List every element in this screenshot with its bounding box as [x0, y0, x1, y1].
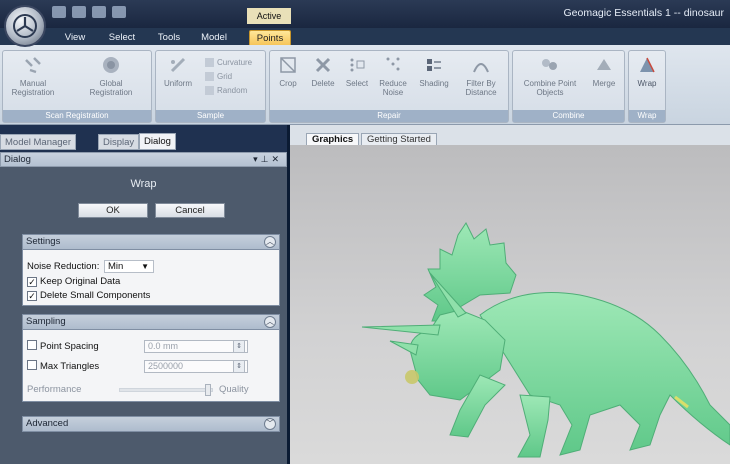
title-bar: Active Geomagic Essentials 1 -- dinosaur — [0, 0, 730, 28]
cancel-button[interactable]: Cancel — [155, 203, 225, 218]
group-label: Combine — [513, 110, 624, 122]
point-spacing-spinner[interactable]: ⇕ — [233, 340, 245, 353]
dinosaur-model[interactable] — [290, 145, 730, 464]
dropdown-icon[interactable]: ▾ — [253, 154, 261, 164]
dialog-title: Wrap — [130, 178, 157, 190]
checkbox-checked-icon[interactable]: ✓ — [27, 277, 37, 287]
global-registration-icon — [103, 57, 119, 73]
group-sample: Uniform Curvature Grid Random Sample — [155, 50, 266, 123]
window-title: Geomagic Essentials 1 -- dinosaur — [563, 7, 725, 19]
filter-by-distance-button[interactable]: Filter By Distance — [458, 54, 504, 97]
chevron-down-icon: ▼ — [141, 262, 149, 271]
crop-icon — [280, 57, 296, 73]
grid-icon — [205, 72, 214, 82]
settings-section-header[interactable]: Settings ︿ — [22, 234, 280, 250]
delete-small-components-checkbox[interactable]: ✓ Delete Small Components — [27, 290, 150, 301]
dialog-header-title: Dialog — [4, 154, 31, 165]
checkbox-unchecked-icon[interactable] — [27, 360, 37, 370]
group-scan-registration: Manual Registration Global Registration … — [2, 50, 152, 123]
application-menu-button[interactable] — [4, 5, 46, 47]
ok-button[interactable]: OK — [78, 203, 148, 218]
tab-tools[interactable]: Tools — [154, 30, 184, 45]
combine-point-objects-button[interactable]: Combine Point Objects — [517, 54, 583, 97]
manual-registration-button[interactable]: Manual Registration — [5, 54, 61, 97]
checkbox-unchecked-icon[interactable] — [27, 340, 37, 350]
tab-dialog[interactable]: Dialog — [139, 133, 176, 150]
curvature-icon — [205, 58, 214, 68]
quick-access-toolbar — [52, 6, 126, 18]
random-icon — [205, 86, 214, 96]
undo-icon[interactable] — [92, 6, 106, 18]
tab-select[interactable]: Select — [104, 30, 140, 45]
shading-button[interactable]: Shading — [416, 54, 452, 88]
global-registration-button[interactable]: Global Registration — [79, 54, 143, 97]
ribbon: Manual Registration Global Registration … — [0, 45, 730, 125]
sampling-section-header[interactable]: Sampling ︿ — [22, 314, 280, 330]
ribbon-tab-bar: View Select Tools Model Points — [0, 28, 730, 45]
viewport-tab-bar: Graphics Getting Started — [290, 125, 730, 146]
performance-label: Performance — [27, 384, 82, 395]
group-wrap: Wrap Wrap — [628, 50, 666, 123]
checkbox-checked-icon[interactable]: ✓ — [27, 291, 37, 301]
combine-point-objects-icon — [542, 59, 557, 70]
performance-quality-slider[interactable] — [119, 388, 213, 392]
noise-reduction-label: Noise Reduction: — [27, 261, 100, 272]
merge-icon — [597, 59, 611, 70]
noise-reduction-select[interactable]: Min ▼ — [104, 260, 154, 273]
random-button[interactable]: Random — [205, 86, 247, 96]
settings-section-body: Noise Reduction: Min ▼ ✓ Keep Original Da… — [22, 250, 280, 306]
dialog-header: Dialog ▾⊥✕ — [0, 152, 287, 167]
save-icon[interactable] — [72, 6, 86, 18]
wrap-button[interactable]: Wrap — [631, 54, 663, 88]
sampling-section-body: Point Spacing 0.0 mm ⇕ Max Triangles 250… — [22, 330, 280, 402]
select-points-icon — [350, 58, 365, 72]
reduce-noise-button[interactable]: Reduce Noise — [376, 54, 410, 97]
expand-icon[interactable]: ﹀ — [264, 418, 276, 430]
collapse-icon[interactable]: ︿ — [264, 316, 276, 328]
tab-display[interactable]: Display — [98, 134, 140, 150]
shading-icon — [427, 59, 441, 71]
crop-button[interactable]: Crop — [274, 54, 302, 88]
group-combine: Combine Point Objects Merge Combine — [512, 50, 625, 123]
uniform-button[interactable]: Uniform — [160, 54, 196, 88]
close-icon[interactable]: ✕ — [271, 154, 282, 164]
pin-icon[interactable]: ⊥ — [261, 154, 272, 164]
dialog-header-controls: ▾⊥✕ — [253, 153, 282, 166]
group-label: Sample — [156, 110, 265, 122]
max-triangles-checkbox[interactable]: Max Triangles — [27, 360, 99, 372]
uniform-icon — [170, 57, 186, 73]
group-label: Scan Registration — [3, 110, 151, 122]
group-label: Repair — [270, 110, 508, 122]
new-icon[interactable] — [52, 6, 66, 18]
tab-model-manager[interactable]: Model Manager — [0, 134, 77, 150]
advanced-section-header[interactable]: Advanced ﹀ — [22, 416, 280, 432]
collapse-icon[interactable]: ︿ — [264, 236, 276, 248]
tab-view[interactable]: View — [60, 30, 90, 45]
quality-label: Quality — [219, 384, 249, 395]
group-label: Wrap — [629, 110, 665, 122]
delete-icon — [315, 57, 331, 73]
curvature-button[interactable]: Curvature — [205, 58, 252, 68]
group-repair: Crop Delete Select Reduce Noise Shading … — [269, 50, 509, 123]
tab-points[interactable]: Points — [249, 30, 291, 45]
geomagic-logo-icon — [13, 14, 37, 38]
grid-button[interactable]: Grid — [205, 72, 232, 82]
wrap-icon — [640, 57, 655, 73]
tab-model[interactable]: Model — [198, 30, 230, 45]
filter-by-distance-icon — [473, 63, 489, 73]
manual-registration-icon — [25, 57, 41, 74]
graphics-viewport[interactable] — [290, 145, 730, 464]
merge-button[interactable]: Merge — [587, 54, 621, 88]
active-context-label: Active — [247, 8, 291, 24]
keep-original-data-checkbox[interactable]: ✓ Keep Original Data — [27, 276, 120, 287]
point-spacing-checkbox[interactable]: Point Spacing — [27, 340, 99, 352]
select-button[interactable]: Select — [342, 54, 372, 88]
max-triangles-spinner[interactable]: ⇕ — [233, 360, 245, 373]
redo-icon[interactable] — [112, 6, 126, 18]
reduce-noise-icon — [386, 57, 400, 71]
slider-thumb[interactable] — [205, 384, 212, 396]
delete-button[interactable]: Delete — [306, 54, 340, 88]
